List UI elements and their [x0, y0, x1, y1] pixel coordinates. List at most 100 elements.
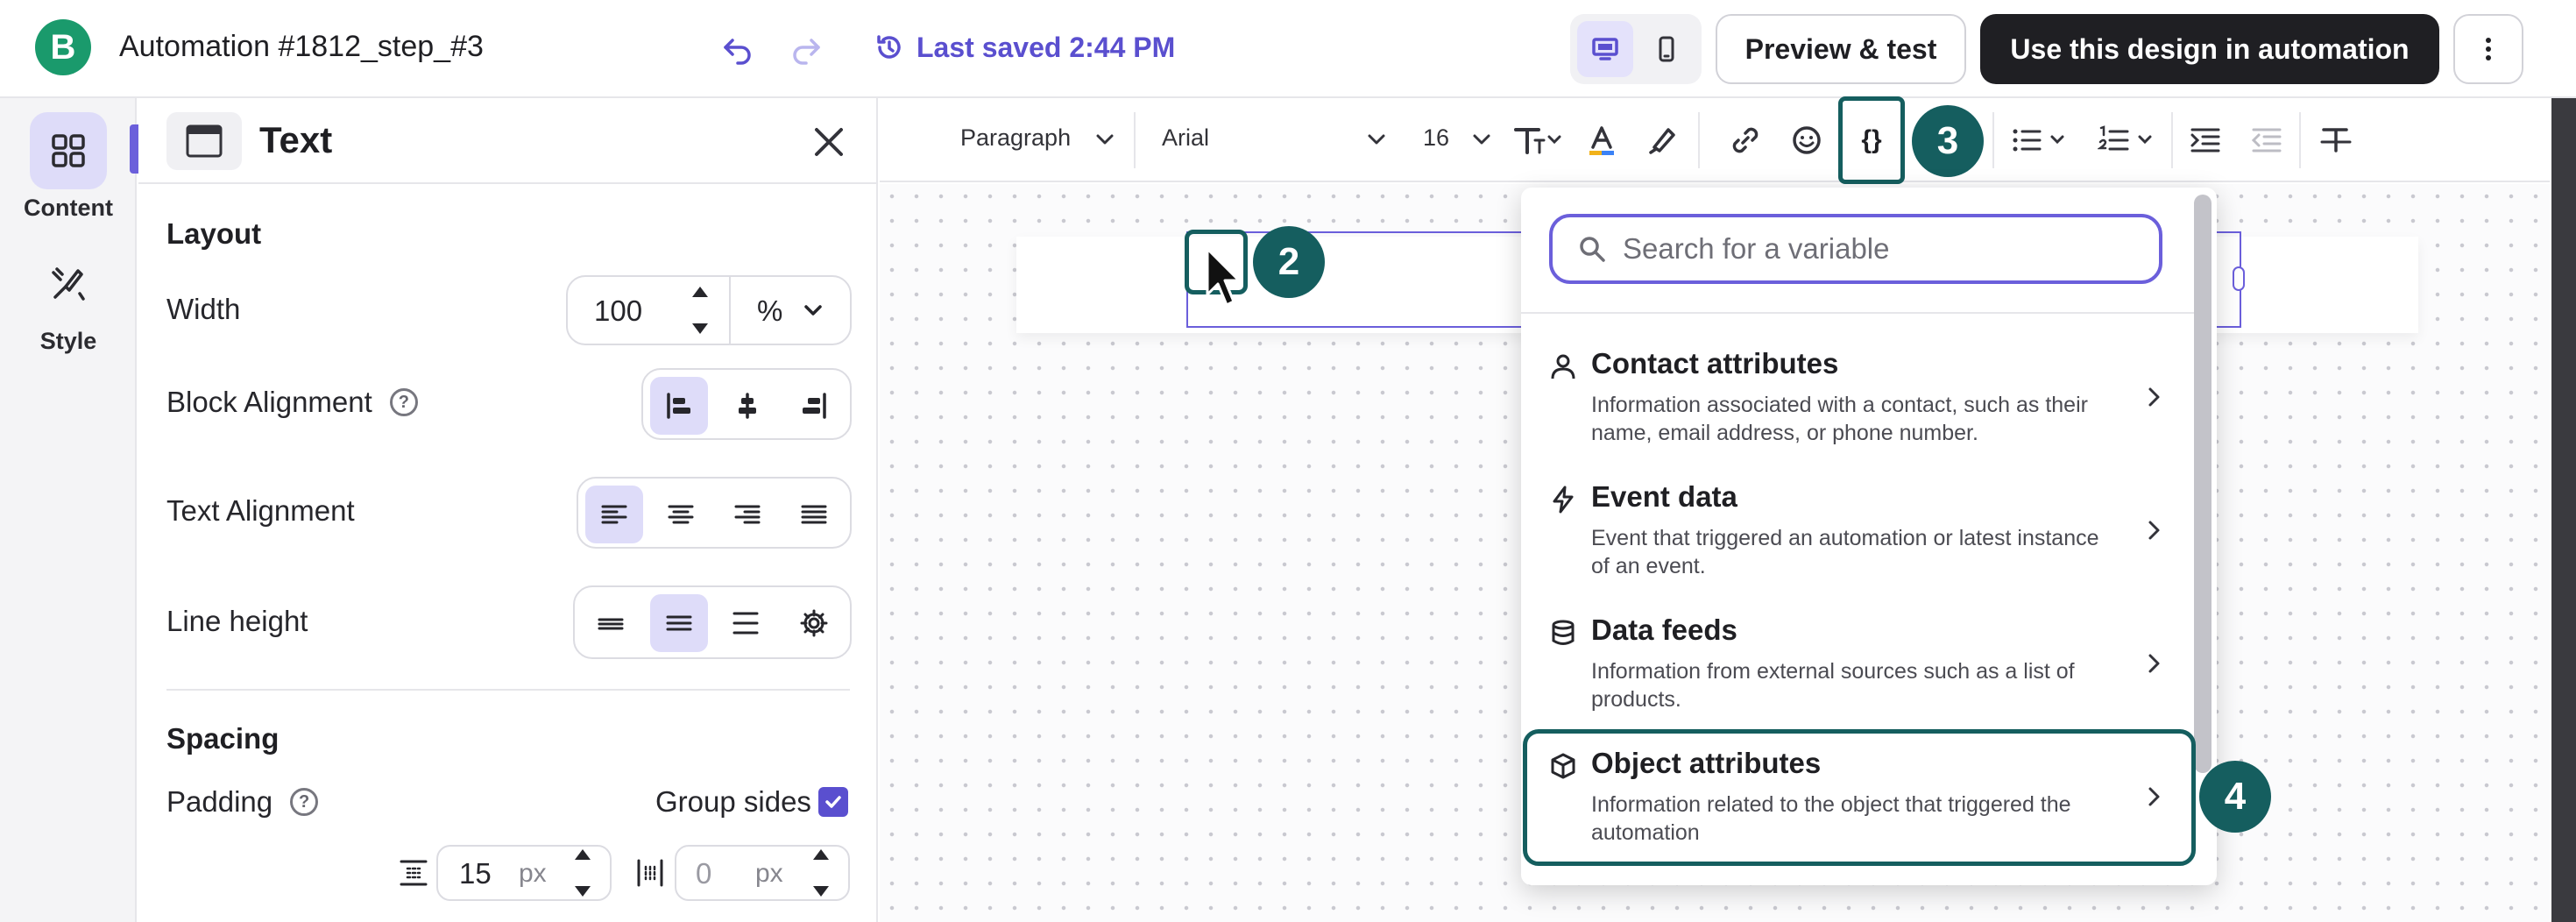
close-panel-button[interactable]	[808, 121, 850, 163]
more-options-button[interactable]	[2453, 14, 2523, 84]
redo-button[interactable]	[789, 32, 824, 67]
rail-item-label: Style	[39, 328, 97, 354]
indent-button[interactable]	[2185, 119, 2227, 161]
line-height-text: Line height	[166, 605, 308, 637]
block-type-select[interactable]: Paragraph	[960, 124, 1071, 152]
text-style-button[interactable]	[1511, 119, 1567, 161]
menu-item-event-data[interactable]: Event data Event that triggered an autom…	[1521, 470, 2196, 603]
device-toggle	[1570, 14, 1702, 84]
help-icon[interactable]: ?	[389, 388, 418, 416]
menu-scrollbar[interactable]	[2194, 195, 2212, 773]
padding-horizontal-input[interactable]: 0	[696, 857, 711, 890]
rail-item-content[interactable]: Content	[0, 112, 137, 222]
undo-button[interactable]	[720, 32, 755, 67]
align-center-icon	[668, 505, 694, 524]
object-attributes-highlight	[1523, 729, 2196, 866]
line-height-loose-button[interactable]	[717, 594, 775, 652]
block-alignment-text: Block Alignment	[166, 386, 372, 418]
align-justify-icon	[801, 505, 827, 524]
emoji-icon	[1793, 126, 1821, 154]
save-status: Last saved 2:44 PM	[874, 28, 1175, 67]
text-align-justify-button[interactable]	[785, 486, 843, 543]
block-alignment-control	[641, 368, 852, 440]
block-align-right-button[interactable]	[785, 377, 843, 435]
rail-active-indicator	[130, 124, 138, 174]
numbered-list-button[interactable]	[2098, 119, 2161, 161]
block-align-left-button[interactable]	[650, 377, 708, 435]
insert-emoji-button[interactable]	[1786, 119, 1828, 161]
group-sides-checkbox[interactable]	[818, 787, 848, 817]
mobile-icon	[1659, 36, 1674, 62]
toolbar-separator	[1992, 112, 1994, 168]
more-vertical-icon	[2486, 38, 2491, 60]
line-height-normal-icon	[666, 615, 692, 631]
text-align-left-button[interactable]	[585, 486, 643, 543]
font-family-select[interactable]: Arial	[1162, 124, 1209, 152]
search-icon	[1580, 237, 1605, 262]
width-input[interactable]: 100	[594, 294, 642, 328]
insert-variable-button[interactable]: {}	[1838, 96, 1905, 184]
padding-horizontal-icon	[637, 859, 663, 887]
window-scrollbar[interactable]	[2551, 98, 2576, 922]
caret-down-icon	[813, 886, 829, 897]
resize-handle[interactable]	[2233, 266, 2245, 291]
line-height-loose-icon	[732, 612, 759, 635]
rail-icon-wrap	[30, 245, 107, 323]
text-alignment-label: Text Alignment	[166, 494, 355, 528]
width-label: Width	[166, 293, 240, 326]
clear-format-icon	[2320, 128, 2352, 152]
chevron-down-icon	[1096, 134, 1114, 145]
padding-horizontal-control: 0 px	[675, 845, 850, 901]
width-unit-select[interactable]: %	[757, 294, 782, 328]
menu-item-data-feeds[interactable]: Data feeds Information from external sou…	[1521, 603, 2196, 736]
width-label-text: Width	[166, 293, 241, 325]
group-sides-label: Group sides	[655, 785, 811, 819]
block-alignment-label: Block Alignment ?	[166, 386, 418, 419]
left-rail: Content Style	[0, 98, 137, 922]
menu-item-description: Information from external sources such a…	[1591, 659, 2075, 712]
padding-horizontal-unit: px	[755, 859, 783, 888]
block-align-center-button[interactable]	[718, 377, 776, 435]
font-size-select[interactable]: 16	[1423, 124, 1449, 152]
layout-section-title: Layout	[166, 217, 262, 250]
padding-vertical-input[interactable]: 15	[459, 857, 492, 890]
link-icon	[1732, 127, 1759, 153]
padding-vertical-stepper[interactable]	[570, 848, 596, 897]
gear-icon	[800, 609, 828, 637]
grid-icon	[52, 134, 85, 167]
use-design-button[interactable]: Use this design in automation	[1980, 14, 2439, 84]
numbered-list-icon	[2098, 125, 2152, 151]
line-height-tight-icon	[598, 618, 624, 630]
menu-item-contact-attributes[interactable]: Contact attributes Information associate…	[1521, 337, 2196, 470]
mobile-view-button[interactable]	[1638, 21, 1695, 77]
help-icon[interactable]: ?	[290, 788, 319, 816]
chevron-right-icon	[2148, 654, 2160, 673]
highlight-button[interactable]	[1640, 119, 1682, 161]
preview-test-button[interactable]: Preview & test	[1716, 14, 1966, 84]
insert-link-button[interactable]	[1724, 119, 1766, 161]
line-height-label: Line height	[166, 605, 308, 638]
history-icon	[877, 35, 901, 59]
caret-down-icon	[692, 323, 708, 334]
person-icon	[1547, 351, 1579, 382]
text-align-right-button[interactable]	[718, 486, 776, 543]
step-badge-2: 2	[1253, 226, 1325, 298]
desktop-icon	[1592, 38, 1618, 60]
variable-search-input[interactable]	[1623, 232, 2148, 266]
clear-formatting-button[interactable]	[2315, 119, 2357, 161]
text-align-center-button[interactable]	[652, 486, 710, 543]
desktop-view-button[interactable]	[1577, 21, 1633, 77]
brand-logo[interactable]: B	[35, 19, 91, 75]
document-title[interactable]: Automation #1812_step_#3	[119, 30, 484, 64]
padding-horizontal-stepper[interactable]	[808, 848, 834, 897]
toolbar-separator	[1134, 112, 1136, 168]
line-height-tight-button[interactable]	[582, 594, 640, 652]
padding-vertical-control: 15 px	[436, 845, 612, 901]
bulleted-list-button[interactable]	[2010, 119, 2073, 161]
text-color-button[interactable]	[1581, 119, 1623, 161]
line-height-normal-button[interactable]	[650, 594, 708, 652]
line-height-custom-button[interactable]	[785, 594, 843, 652]
outdent-button[interactable]	[2247, 119, 2289, 161]
width-stepper[interactable]	[687, 286, 713, 335]
rail-item-style[interactable]: Style	[0, 245, 137, 355]
